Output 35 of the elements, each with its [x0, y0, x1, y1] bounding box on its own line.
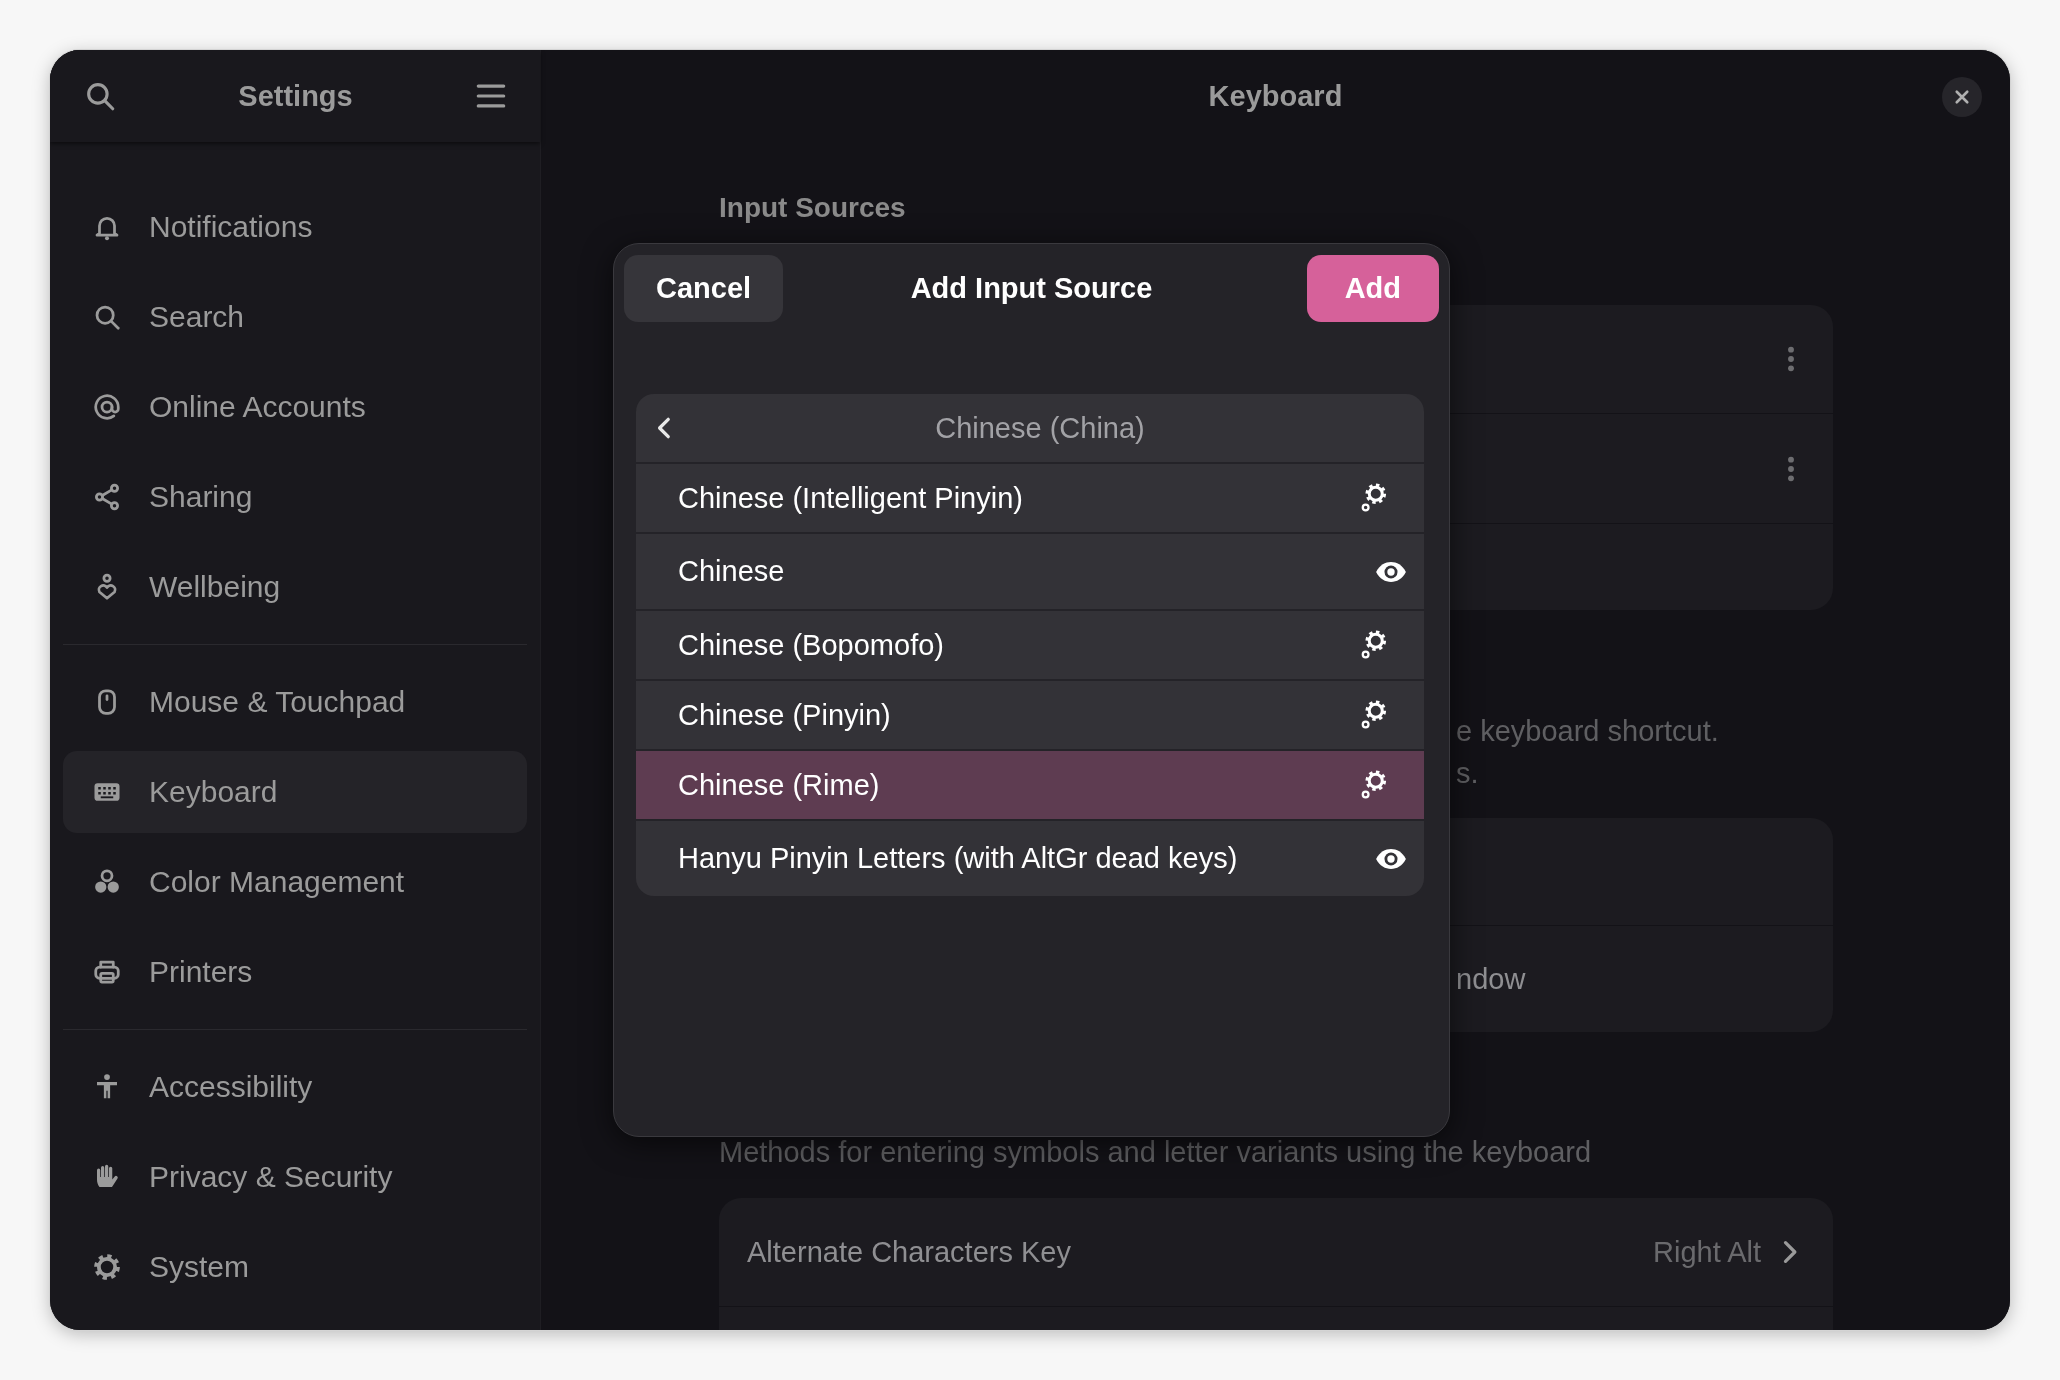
list-header: Chinese (China) [935, 411, 1145, 445]
settings-icon [92, 1252, 122, 1282]
input-source-item[interactable]: Chinese (Bopomofo) [636, 609, 1424, 679]
input-source-item[interactable]: Hanyu Pinyin Letters (with AltGr dead keys) [636, 819, 1424, 896]
sidebar-item[interactable]: Sharing [63, 452, 527, 542]
sidebar-item[interactable]: Mouse & Touchpad [63, 657, 527, 747]
add-button[interactable]: Add [1306, 255, 1439, 322]
sidebar-item[interactable]: Privacy & Security [63, 1132, 527, 1222]
input-source-item[interactable]: Chinese (Rime) [636, 749, 1424, 819]
sidebar-item[interactable]: Keyboard [63, 751, 527, 833]
hint-text: e keyboard shortcut. [1456, 715, 1719, 747]
share-icon [92, 482, 122, 512]
sidebar-title: Settings [238, 79, 353, 113]
sidebar-item[interactable]: Online Accounts [63, 362, 527, 452]
dialog-title: Add Input Source [910, 272, 1153, 304]
input-source-item[interactable]: Chinese [636, 532, 1424, 609]
section-description: Methods for entering symbols and letter variants using the keyboard [719, 1135, 1593, 1170]
sidebar-item[interactable]: Notifications [63, 182, 527, 272]
sidebar-item[interactable]: System [63, 1222, 527, 1312]
close-icon [1953, 88, 1971, 106]
sidebar-item[interactable]: Search [63, 272, 527, 362]
cancel-button[interactable]: Cancel [624, 255, 784, 322]
close-button[interactable] [1942, 77, 1982, 117]
setting-value: Right Alt [1653, 1235, 1761, 1269]
sidebar-item[interactable]: Printers [63, 927, 527, 1017]
setting-label: ndow [1456, 962, 1526, 996]
setting-row[interactable]: Alternate Characters Key Right Alt [719, 1198, 1833, 1306]
at-sign-icon [92, 392, 122, 422]
section-heading: Input Sources [719, 191, 907, 225]
hint-text: s. [1456, 757, 1479, 789]
sidebar-item[interactable]: Color Management [63, 837, 527, 927]
input-source-item[interactable]: Chinese (Intelligent Pinyin) [636, 462, 1424, 532]
sidebar-item[interactable]: Accessibility [63, 1042, 527, 1132]
sidebar-item[interactable]: Wellbeing [63, 542, 527, 632]
page-title: Keyboard [1208, 79, 1343, 113]
